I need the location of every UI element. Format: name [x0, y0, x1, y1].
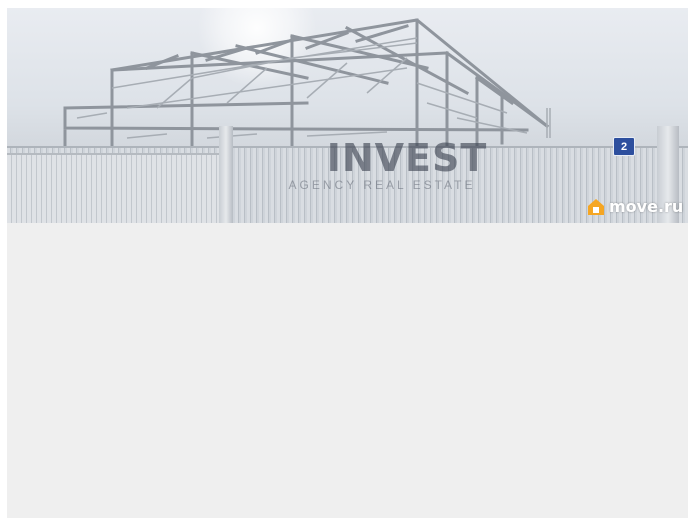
- fence-post: [219, 126, 233, 223]
- credit-text: move.ru: [609, 197, 684, 216]
- property-photo[interactable]: 2 INVEST AGENCY REAL ESTATE move.ru: [7, 8, 688, 223]
- site-credit: move.ru: [587, 197, 683, 216]
- house-logo-icon: [588, 198, 604, 215]
- fence-segment-left: [7, 153, 225, 223]
- gate-number-plate: 2: [613, 137, 635, 156]
- image-viewer: 2 INVEST AGENCY REAL ESTATE move.ru: [7, 8, 688, 518]
